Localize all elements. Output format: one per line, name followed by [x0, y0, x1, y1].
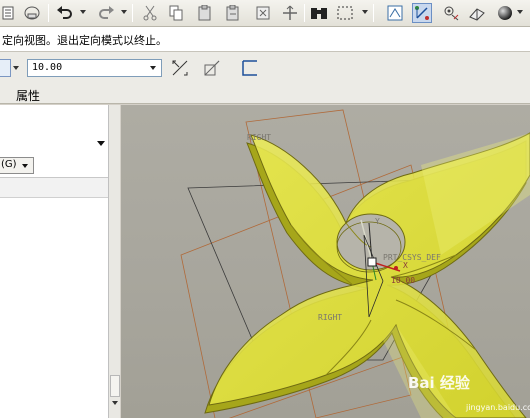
app-window: 定向视图。退出定向模式以终止。 10.00 属性 (G) RIGHT RIGHT…	[0, 0, 530, 418]
csys-label: PRT_CSYS_DEF	[383, 253, 441, 262]
message-bar: 定向视图。退出定向模式以终止。	[0, 27, 530, 52]
tab-properties[interactable]: 属性	[16, 87, 40, 104]
transform-icon[interactable]	[280, 3, 300, 23]
cut-icon[interactable]	[140, 3, 160, 23]
offset-value-text: 10.00	[32, 62, 63, 73]
datum-plane-icon[interactable]	[385, 3, 405, 23]
main-toolbar	[0, 0, 530, 27]
print-icon[interactable]	[22, 3, 42, 23]
scrollbar-thumb[interactable]	[110, 375, 120, 397]
panel-header[interactable]	[0, 135, 108, 155]
message-text: 定向视图。退出定向模式以终止。	[2, 34, 167, 47]
offset-value-input[interactable]: 10.00	[27, 59, 162, 77]
remove-material-icon[interactable]	[202, 58, 222, 78]
axis-label-x: X	[403, 261, 408, 270]
plane-label-right-top: RIGHT	[247, 133, 271, 142]
chevron-down-icon[interactable]	[150, 66, 156, 70]
paste-icon[interactable]	[195, 3, 215, 23]
datum-axis-icon[interactable]	[412, 3, 432, 23]
dimension-label[interactable]: 10.00	[391, 276, 415, 285]
chevron-down-icon[interactable]	[97, 141, 105, 146]
shaded-sphere-icon[interactable]	[495, 3, 515, 23]
flip-direction-icon[interactable]	[170, 58, 190, 78]
regenerate-icon[interactable]	[253, 3, 273, 23]
redo-icon[interactable]	[96, 3, 116, 23]
thicken-icon[interactable]	[240, 58, 260, 78]
paste-special-icon[interactable]	[223, 3, 243, 23]
offset-type-button[interactable]	[0, 59, 11, 77]
view-tree-icon[interactable]	[0, 3, 20, 23]
watermark-main: Bai 经验	[408, 374, 470, 392]
vertical-scrollbar[interactable]	[108, 105, 120, 418]
select-box-icon[interactable]	[335, 3, 355, 23]
list-item[interactable]	[0, 178, 113, 198]
scroll-down-arrow-icon[interactable]	[112, 401, 118, 405]
selection-dropdown[interactable]: (G)	[0, 157, 34, 174]
left-panel: (G)	[0, 105, 113, 418]
selection-label: (G)	[1, 159, 17, 170]
plane-label-right-bottom: RIGHT	[318, 313, 342, 322]
feature-dashboard: 10.00 属性	[0, 52, 530, 104]
offset-type-dropdown-icon[interactable]	[13, 66, 19, 70]
copy-icon[interactable]	[166, 3, 186, 23]
axis-label-y: Y	[375, 217, 380, 226]
watermark-url: jingyan.baidu.com	[466, 403, 530, 412]
find-icon[interactable]	[309, 3, 329, 23]
undo-icon[interactable]	[55, 3, 75, 23]
csys-icon[interactable]	[467, 3, 487, 23]
chevron-down-icon[interactable]	[22, 164, 28, 168]
watermark-logo: Bai 经验 jingyan.baidu.com	[408, 372, 530, 416]
datum-point-icon[interactable]	[441, 3, 461, 23]
